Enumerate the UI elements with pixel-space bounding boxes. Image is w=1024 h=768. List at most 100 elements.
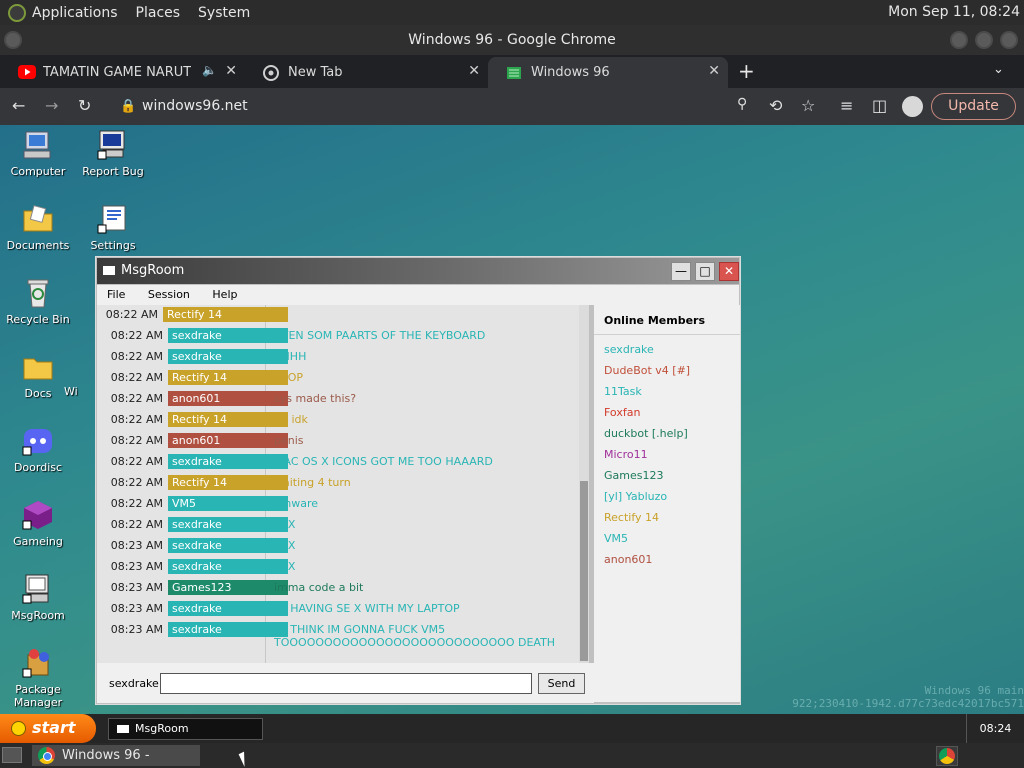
share-icon[interactable]: ⟲ [769, 96, 782, 115]
computer-icon [22, 129, 54, 161]
member-item[interactable]: Games123 [594, 465, 740, 486]
message-nick-badge[interactable]: anon601 [168, 391, 288, 406]
member-item[interactable]: [yl] Yabluzo [594, 486, 740, 507]
taskbar-clock[interactable]: 08:24 [966, 714, 1024, 743]
update-button[interactable]: Update [931, 93, 1016, 120]
tab-youtube[interactable]: TAMATIN GAME NARUTO 🔈 ✕ [0, 57, 245, 88]
chat-log[interactable]: 08:22 AM Rectify 14 hi 08:22 AM sexdrake EVEN… [97, 305, 589, 663]
message-nick-badge[interactable]: sexdrake [168, 559, 288, 574]
profile-avatar-icon[interactable] [902, 96, 923, 117]
message-nick-badge[interactable]: Rectify 14 [163, 307, 288, 322]
message-nick-badge[interactable]: sexdrake [168, 349, 288, 364]
back-arrow-icon[interactable]: ← [12, 96, 25, 115]
message-nick-badge[interactable]: VM5 [168, 496, 288, 511]
member-item[interactable]: Micro11 [594, 444, 740, 465]
recycle-bin-icon [22, 277, 54, 309]
host-task-chrome[interactable]: Windows 96 - Goog... [32, 745, 200, 766]
show-desktop-icon[interactable] [2, 747, 22, 763]
mouse-cursor-icon [238, 749, 256, 767]
bookmark-star-icon[interactable]: ☆ [801, 96, 815, 115]
forward-arrow-icon[interactable]: → [45, 96, 58, 115]
message-nick-badge[interactable]: Rectify 14 [168, 370, 288, 385]
scrollbar-thumb[interactable] [580, 481, 588, 661]
menu-session[interactable]: Session [138, 285, 199, 301]
tab-close-icon[interactable]: ✕ [468, 63, 480, 79]
message-nick-badge[interactable]: anon601 [168, 433, 288, 448]
msgroom-menubar: File Session Help [97, 285, 739, 305]
message-nick-badge[interactable]: Games123 [168, 580, 288, 595]
menu-file[interactable]: File [97, 285, 134, 301]
chrome-titlebar[interactable]: Windows 96 - Google Chrome [0, 25, 1024, 55]
distro-logo-icon[interactable] [8, 3, 26, 22]
maximize-window-button[interactable] [975, 31, 993, 49]
member-item[interactable]: anon601 [594, 549, 740, 570]
message-nick-badge[interactable]: sexdrake [168, 517, 288, 532]
chat-message: 08:22 AM anon601 sys made this? [97, 390, 577, 408]
desktop-icon-documents[interactable]: Documents [0, 203, 76, 252]
message-text: IM HAVING SE X WITH MY LAPTOP [274, 602, 460, 615]
desktop-icon-recycle-bin[interactable]: Recycle Bin [0, 277, 76, 326]
system-menu[interactable]: System [198, 5, 250, 21]
member-item[interactable]: duckbot [.help] [594, 423, 740, 444]
desktop-icon-doordisc[interactable]: Doordisc [0, 425, 76, 474]
message-nick-badge[interactable]: sexdrake [168, 454, 288, 469]
tab-close-icon[interactable]: ✕ [708, 63, 720, 79]
desktop-icon-msgroom[interactable]: MsgRoom [0, 573, 76, 622]
tab-windows96[interactable]: Windows 96 ✕ [488, 57, 728, 88]
tab-close-icon[interactable]: ✕ [225, 63, 237, 79]
message-text: imma code a bit [274, 581, 364, 594]
new-tab-button[interactable]: + [738, 59, 755, 83]
member-item[interactable]: DudeBot v4 [#] [594, 360, 740, 381]
side-panel-icon[interactable]: ◫ [872, 96, 887, 115]
tab-new-tab[interactable]: New Tab ✕ [245, 57, 488, 88]
youtube-icon [18, 64, 36, 81]
message-nick-badge[interactable]: sexdrake [168, 538, 288, 553]
desktop-icon-report-bug[interactable]: Report Bug [75, 129, 151, 178]
maximize-button[interactable]: □ [695, 262, 715, 281]
search-icon[interactable]: ⚲ [737, 96, 747, 112]
panel-clock[interactable]: Mon Sep 11, 08:24 [888, 4, 1020, 20]
desktop-icon-computer[interactable]: Computer [0, 129, 76, 178]
documents-folder-icon [22, 203, 54, 235]
tab-search-chevron-icon[interactable]: ⌄ [993, 62, 1004, 77]
taskbar-item-msgroom[interactable]: MsgRoom [108, 718, 263, 740]
close-button[interactable]: ✕ [719, 262, 739, 281]
window-menu-icon[interactable] [4, 31, 22, 49]
message-nick-badge[interactable]: sexdrake [168, 622, 288, 637]
reading-list-icon[interactable]: ≡ [840, 96, 853, 115]
member-item[interactable]: Foxfan [594, 402, 740, 423]
tab-muted-icon[interactable]: 🔈 [202, 63, 217, 77]
msgroom-titlebar[interactable]: MsgRoom — □ ✕ [97, 258, 739, 284]
close-window-button[interactable] [1000, 31, 1018, 49]
send-button[interactable]: Send [538, 673, 585, 694]
applications-menu[interactable]: Applications [32, 5, 118, 21]
chat-window-icon [103, 266, 115, 275]
menu-help[interactable]: Help [202, 285, 246, 301]
lock-icon[interactable]: 🔒 [120, 92, 136, 121]
chat-message: 08:22 AM sexdrake EVEN SOM PAARTS OF THE K… [97, 327, 577, 345]
message-nick-badge[interactable]: Rectify 14 [168, 412, 288, 427]
chat-scrollbar[interactable] [579, 305, 589, 663]
member-item[interactable]: Rectify 14 [594, 507, 740, 528]
desktop-icon-package-manager[interactable]: Package Manager [0, 647, 76, 709]
chrome-window-title: Windows 96 - Google Chrome [408, 32, 616, 48]
address-bar[interactable]: 🔒 windows96.net [104, 92, 824, 121]
reload-icon[interactable]: ↻ [78, 96, 91, 115]
member-item[interactable]: 11Task [594, 381, 740, 402]
message-text: hi [274, 308, 285, 321]
desktop-icon-settings[interactable]: Settings [75, 203, 151, 252]
message-nick-badge[interactable]: sexdrake [168, 601, 288, 616]
minimize-button[interactable]: — [671, 262, 691, 281]
member-item[interactable]: sexdrake [594, 339, 740, 360]
message-nick-badge[interactable]: sexdrake [168, 328, 288, 343]
desktop-icon-gameing[interactable]: Gameing [0, 499, 76, 548]
screen: Applications Places System Mon Sep 11, 0… [0, 0, 1024, 768]
tray-chrome-icon[interactable] [936, 746, 958, 766]
message-nick-badge[interactable]: Rectify 14 [168, 475, 288, 490]
message-text: vmware [274, 497, 319, 510]
start-button[interactable]: start [0, 714, 96, 743]
message-input[interactable] [160, 673, 532, 694]
member-item[interactable]: VM5 [594, 528, 740, 549]
places-menu[interactable]: Places [136, 5, 181, 21]
minimize-window-button[interactable] [950, 31, 968, 49]
